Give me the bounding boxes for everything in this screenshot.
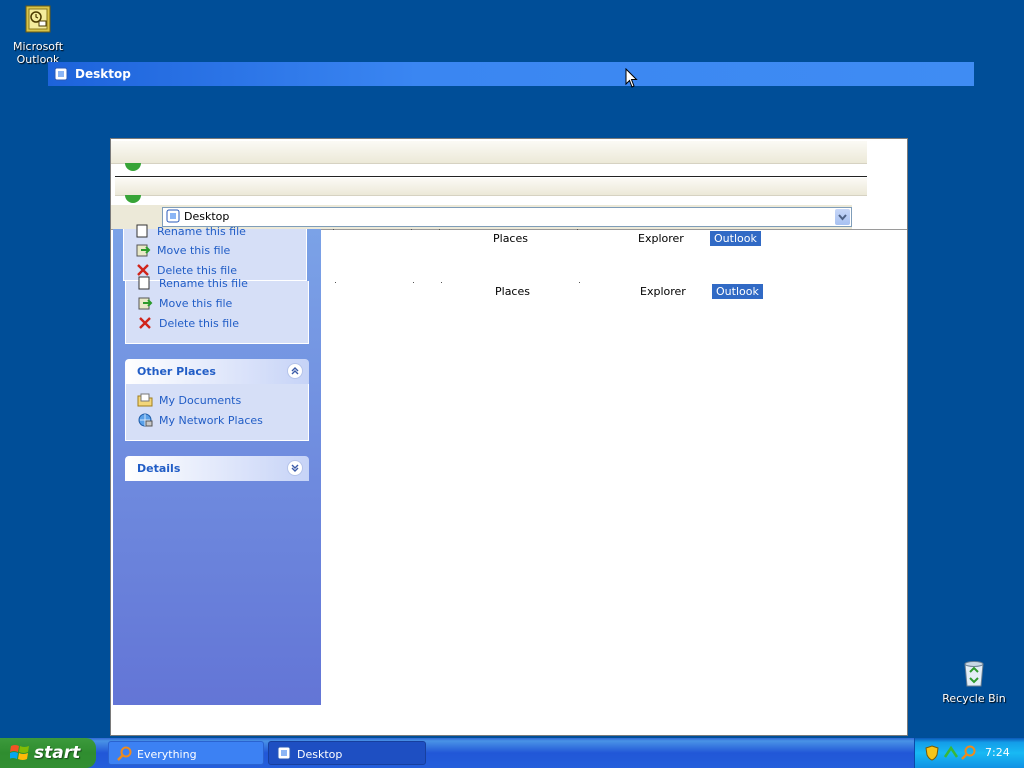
artifact <box>579 282 580 283</box>
desktop-icon-label: Recycle Bin <box>942 692 1006 705</box>
outlook-icon <box>22 4 54 36</box>
toolbar <box>111 141 867 171</box>
panel-title: Details <box>137 462 181 475</box>
delete-icon <box>137 315 153 331</box>
network-places-icon <box>137 412 153 428</box>
rename-icon <box>137 275 153 291</box>
other-places-header[interactable]: Other Places <box>125 359 309 384</box>
desktop-folder-icon <box>166 209 180 226</box>
row-cell: Explorer <box>638 232 684 245</box>
move-icon <box>135 242 151 258</box>
desktop-folder-icon <box>54 67 68 84</box>
network-icon[interactable] <box>943 745 959 764</box>
clock: 7:24 <box>985 746 1010 759</box>
taskbar-button-everything[interactable]: Everything <box>108 741 264 765</box>
desktop-icon-outlook[interactable]: Microsoft Outlook <box>2 4 74 66</box>
explorer-window: Desktop Rename this file Move this file … <box>110 138 908 736</box>
window-title-bar[interactable]: Desktop <box>48 62 974 86</box>
row-cell-selected[interactable]: Outlook <box>710 231 761 246</box>
window-title: Desktop <box>75 67 131 81</box>
toolbar <box>115 178 867 203</box>
panel-title: Other Places <box>137 365 216 378</box>
taskbar: start Everything Desktop 7:24 <box>0 738 1024 768</box>
move-icon <box>137 295 153 311</box>
chevron-down-icon <box>838 214 847 221</box>
start-button[interactable]: start <box>0 738 96 768</box>
back-icon[interactable] <box>125 195 141 203</box>
artifact <box>439 229 440 230</box>
task-pane: Rename this file Move this file Delete t… <box>113 224 321 705</box>
artifact <box>577 229 578 230</box>
search-icon <box>117 746 133 765</box>
details-header[interactable]: Details <box>125 456 309 481</box>
back-icon[interactable] <box>125 163 141 171</box>
artifact <box>441 282 442 283</box>
recycle-bin-icon <box>958 656 990 688</box>
desktop-icon-recycle-bin[interactable]: Recycle Bin <box>938 656 1010 705</box>
chevron-up-icon[interactable] <box>287 363 303 379</box>
address-input[interactable]: Desktop <box>162 207 852 227</box>
chevron-down-icon[interactable] <box>287 460 303 476</box>
windows-logo-icon <box>9 744 30 767</box>
search-icon[interactable] <box>961 745 977 764</box>
row-cell: Places <box>493 232 528 245</box>
artifact <box>411 229 412 230</box>
artifact <box>413 282 414 283</box>
desktop-folder-icon <box>277 746 291 763</box>
desktop-icon-label: Microsoft <box>12 40 64 53</box>
row-cell: Explorer <box>640 285 686 298</box>
toolbar-divider <box>115 176 867 177</box>
row-cell: Places <box>495 285 530 298</box>
address-value: Desktop <box>184 210 230 223</box>
system-tray: 7:24 <box>914 738 1024 768</box>
artifact <box>333 229 334 230</box>
rename-icon <box>135 223 151 239</box>
mouse-cursor-icon <box>625 67 638 92</box>
my-documents-icon <box>137 392 153 408</box>
taskbar-button-desktop[interactable]: Desktop <box>268 741 426 765</box>
address-bar-spacer <box>852 205 907 229</box>
security-shield-icon[interactable] <box>925 745 939 764</box>
row-cell-selected[interactable]: Outlook <box>712 284 763 299</box>
address-dropdown-button[interactable] <box>835 209 850 225</box>
start-label: start <box>34 743 81 763</box>
artifact <box>335 282 336 283</box>
